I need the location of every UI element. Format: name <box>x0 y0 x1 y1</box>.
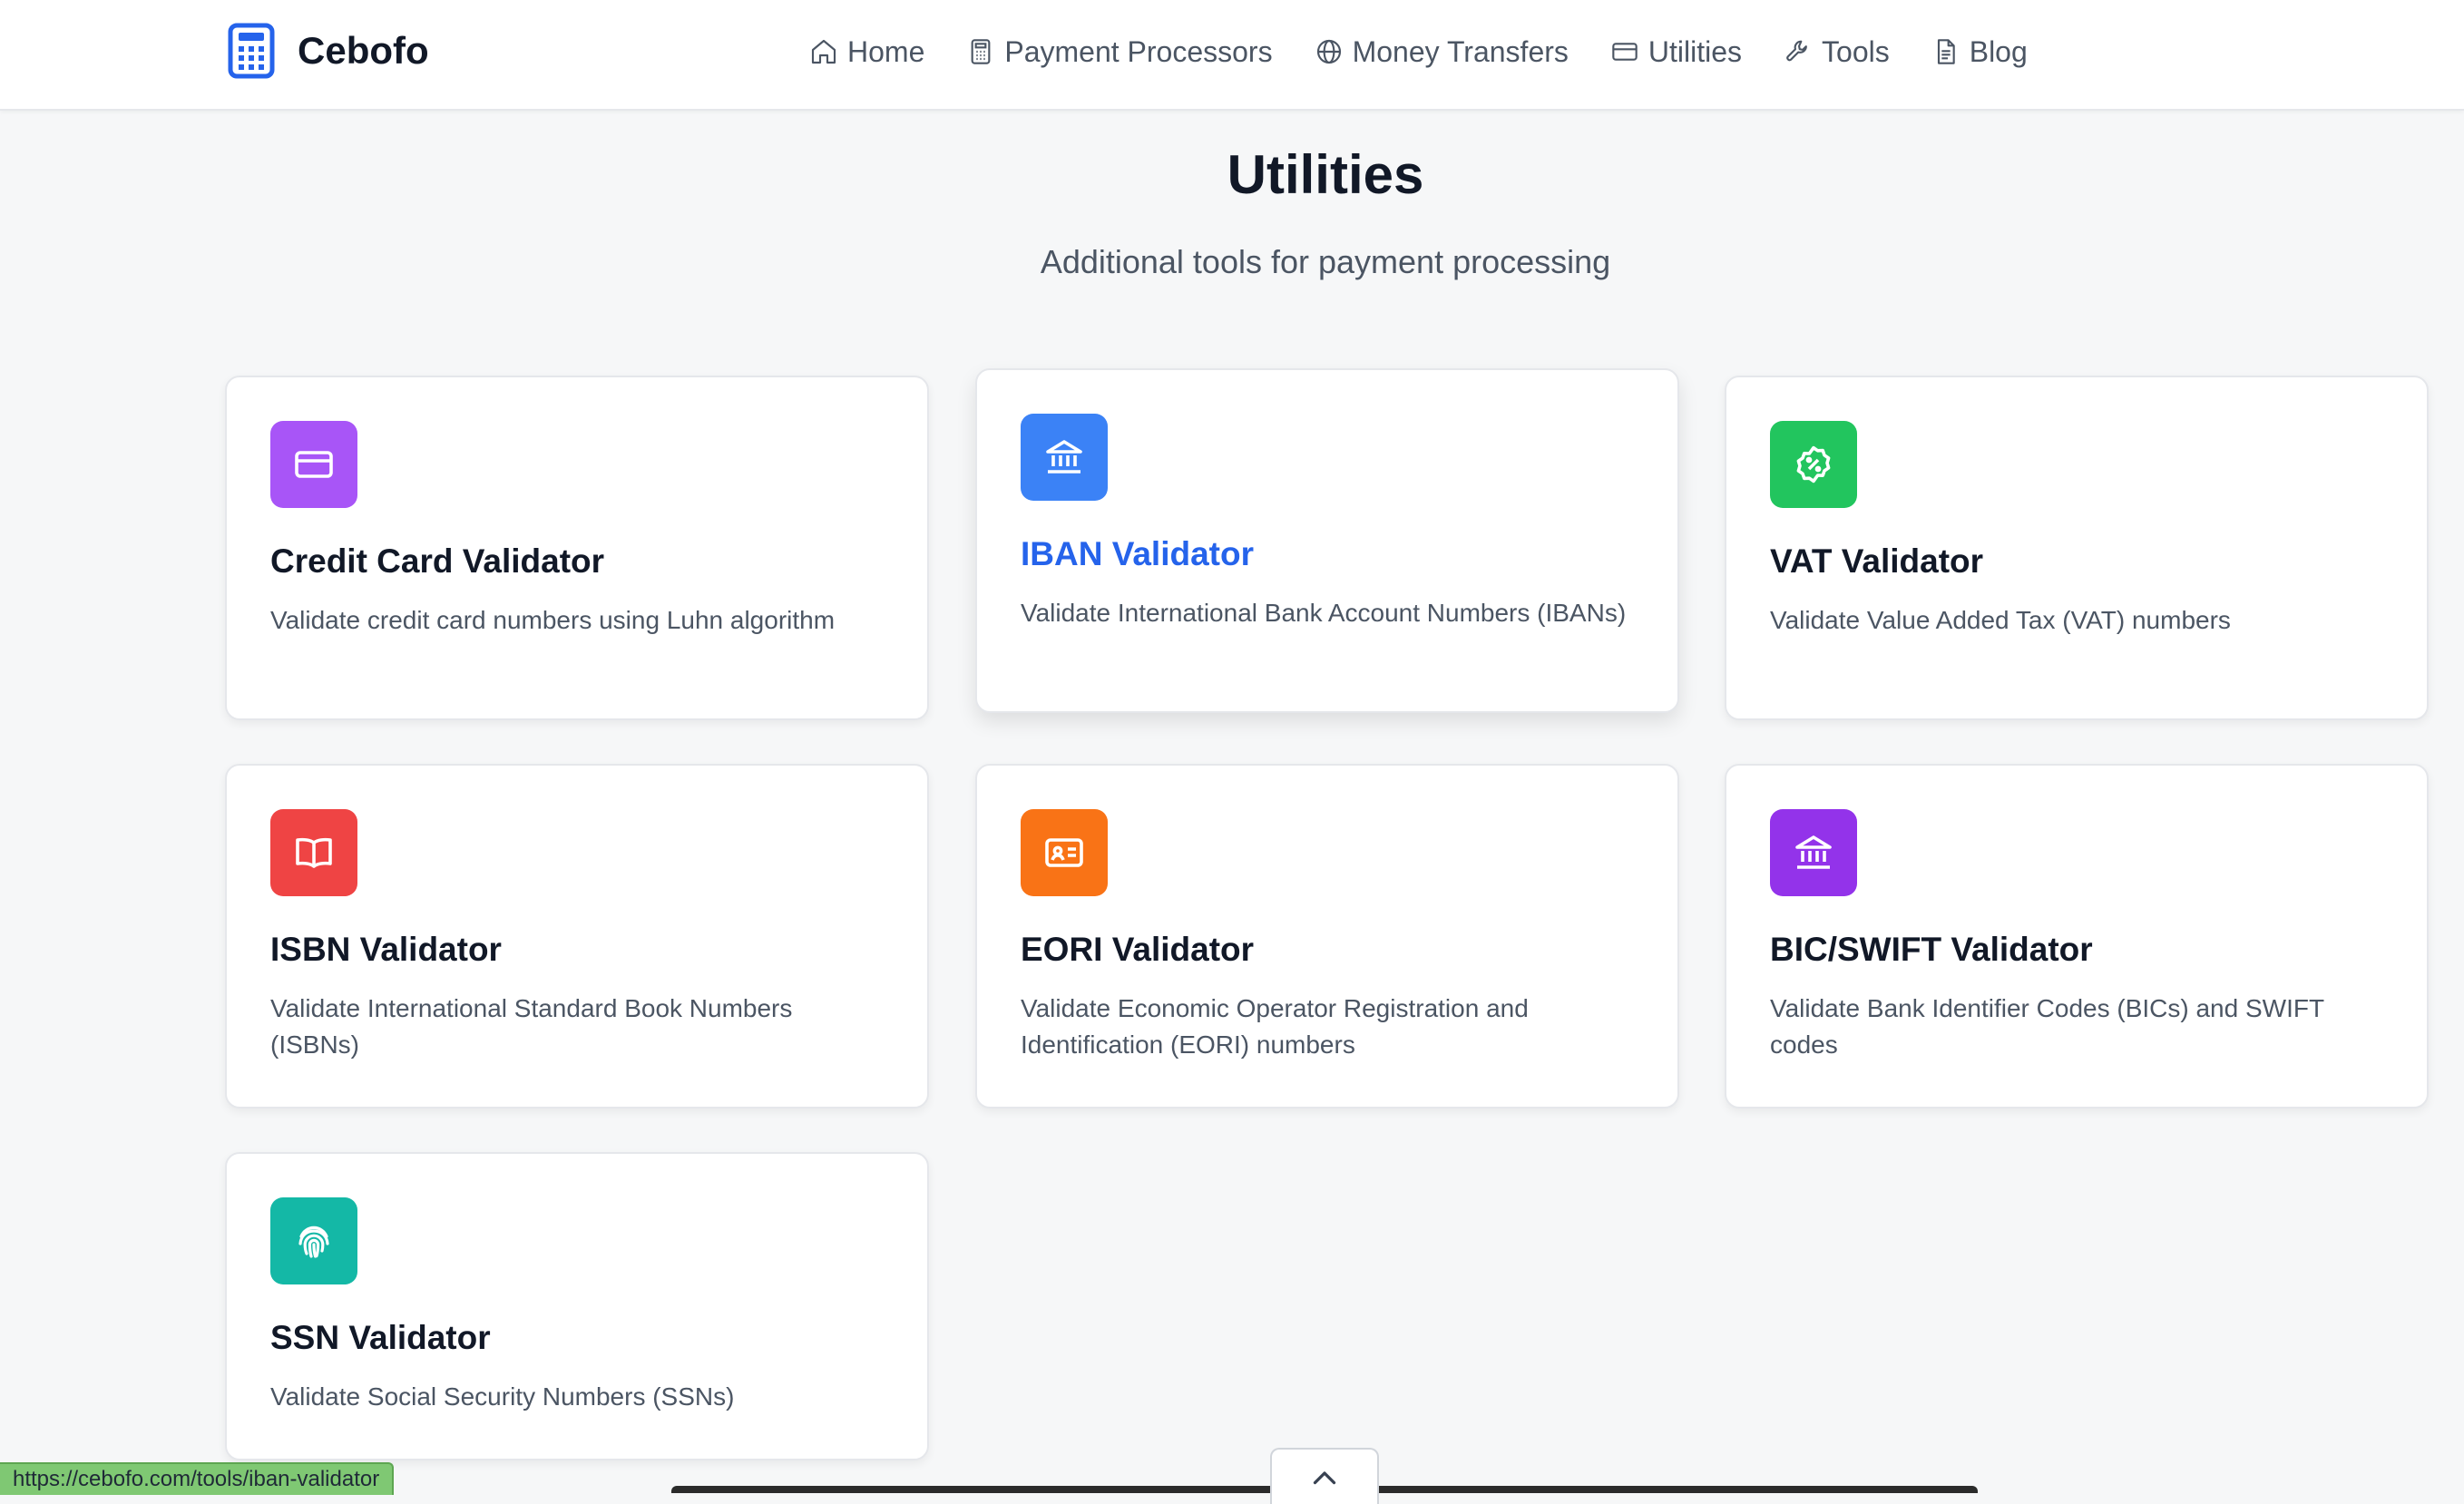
card-title: BIC/SWIFT Validator <box>1770 931 2093 968</box>
brand-logo[interactable]: Cebofo <box>227 22 429 80</box>
scroll-to-top-button[interactable] <box>1270 1448 1379 1504</box>
main-nav: Home Payment Processors Money Transfers <box>809 27 2028 76</box>
chevron-up-icon <box>1313 1471 1336 1485</box>
nav-label: Money Transfers <box>1352 34 1569 68</box>
card-icon-tile <box>1770 809 1857 896</box>
page-title: Utilities <box>1227 144 1424 205</box>
card-icon-tile <box>1021 414 1108 501</box>
card-icon-tile <box>1021 809 1108 896</box>
card-title: IBAN Validator <box>1021 535 1254 572</box>
nav-label: Home <box>847 34 925 68</box>
calculator-icon <box>971 39 991 64</box>
utility-card-bic-swift[interactable]: BIC/SWIFT Validator Validate Bank Identi… <box>1725 764 2429 1108</box>
nav-item-home[interactable]: Home <box>809 35 924 69</box>
document-icon <box>1937 39 1955 64</box>
nav-item-payment-processors[interactable]: Payment Processors <box>966 34 1273 69</box>
card-description: Validate International Standard Book Num… <box>270 994 793 1059</box>
card-description: Validate Economic Operator Registration … <box>1021 994 1529 1059</box>
card-icon-tile <box>270 421 357 508</box>
card-description: Validate Value Added Tax (VAT) numbers <box>1770 606 2231 634</box>
nav-item-tools[interactable]: Tools <box>1784 35 1890 69</box>
home-icon <box>811 39 836 64</box>
card-description: Validate Bank Identifier Codes (BICs) an… <box>1770 994 2324 1059</box>
wrench-icon <box>1786 40 1807 62</box>
card-description: Validate Social Security Numbers (SSNs) <box>270 1382 735 1411</box>
utility-card-isbn[interactable]: ISBN Validator Validate International St… <box>225 764 929 1108</box>
credit-card-icon <box>295 451 333 478</box>
nav-label: Payment Processors <box>1004 34 1273 68</box>
fingerprint-icon <box>298 1226 329 1258</box>
bank-icon <box>1795 835 1832 869</box>
nav-label: Utilities <box>1648 34 1743 68</box>
card-description: Validate credit card numbers using Luhn … <box>270 606 836 634</box>
link-status-url: https://cebofo.com/tools/iban-validator <box>0 1462 395 1495</box>
brand-name: Cebofo <box>298 29 429 72</box>
id-card-icon <box>1045 838 1083 867</box>
nav-item-utilities[interactable]: Utilities <box>1610 35 1742 69</box>
nav-item-blog[interactable]: Blog <box>1931 35 2028 69</box>
card-icon-tile <box>270 1197 357 1284</box>
calculator-icon <box>228 23 275 79</box>
page-subtitle: Additional tools for payment processing <box>1040 243 1611 280</box>
card-title: Credit Card Validator <box>270 542 605 580</box>
percent-badge-icon <box>1796 445 1831 483</box>
book-icon <box>296 837 332 868</box>
utility-card-credit-card[interactable]: Credit Card Validator Validate credit ca… <box>225 376 929 720</box>
card-title: EORI Validator <box>1021 931 1255 968</box>
utility-card-iban[interactable]: IBAN Validator Validate International Ba… <box>975 368 1679 713</box>
bank-icon <box>1046 440 1082 474</box>
card-title: VAT Validator <box>1770 542 1984 580</box>
card-icon-tile <box>1770 421 1857 508</box>
utility-card-vat[interactable]: VAT Validator Validate Value Added Tax (… <box>1725 376 2429 720</box>
nav-label: Tools <box>1822 34 1890 68</box>
top-navigation-bar: Cebofo Home Payment Processors Money Tra… <box>0 0 2464 111</box>
credit-card-icon <box>1612 43 1638 61</box>
utility-card-eori[interactable]: EORI Validator Validate Economic Operato… <box>975 764 1679 1108</box>
card-title: ISBN Validator <box>270 931 502 968</box>
nav-label: Blog <box>1969 34 2028 68</box>
nav-item-money-transfers[interactable]: Money Transfers <box>1315 35 1569 69</box>
utility-card-ssn[interactable]: SSN Validator Validate Social Security N… <box>225 1152 929 1460</box>
card-icon-tile <box>270 809 357 896</box>
card-title: SSN Validator <box>270 1319 491 1356</box>
globe-icon <box>1316 39 1341 64</box>
card-description: Validate International Bank Account Numb… <box>1021 599 1627 627</box>
